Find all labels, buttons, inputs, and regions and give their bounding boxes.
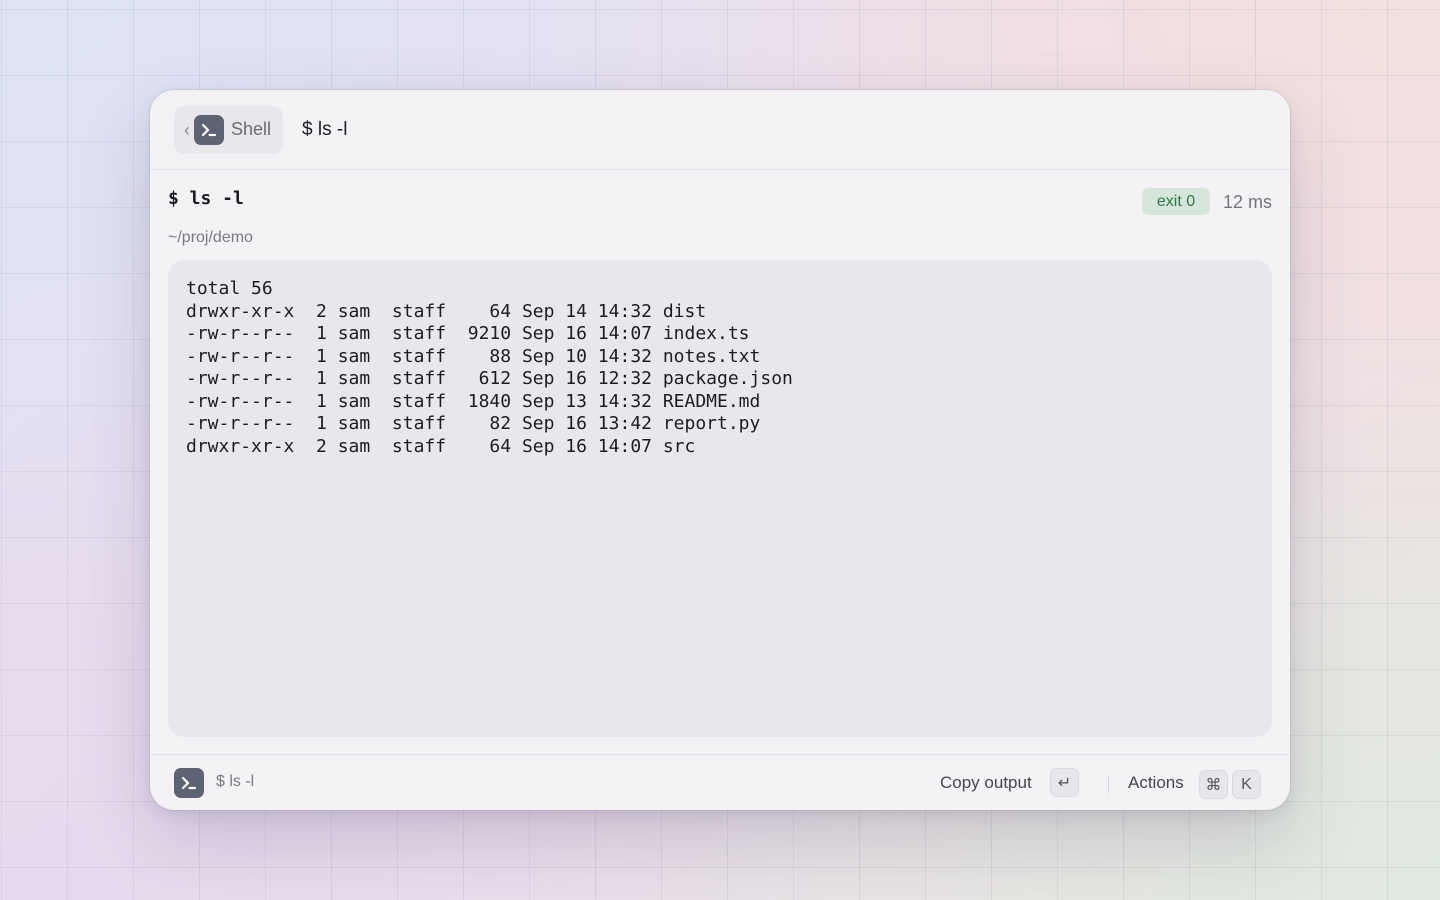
header-bar: ‹ Shell $ ls -l <box>150 90 1290 170</box>
actions-button[interactable]: Actions <box>1128 773 1184 793</box>
output-line: -rw-r--r-- 1 sam staff 88 Sep 10 14:32 n… <box>186 345 761 367</box>
back-button[interactable]: ‹ Shell <box>174 105 284 154</box>
output-panel[interactable]: total 56 drwxr-xr-x 2 sam staff 64 Sep 1… <box>168 260 1272 737</box>
back-button-label: Shell <box>231 119 272 139</box>
terminal-prompt-icon <box>174 768 204 798</box>
terminal-prompt-icon <box>194 114 224 145</box>
duration-label: 12 ms <box>1223 192 1273 212</box>
output-line: -rw-r--r-- 1 sam staff 82 Sep 16 13:42 r… <box>186 413 761 434</box>
output-line: drwxr-xr-x 2 sam staff 64 Sep 14 14:32 d… <box>186 300 707 322</box>
k-key-icon: K <box>1232 770 1261 799</box>
output-line: drwxr-xr-x 2 sam staff 64 Sep 16 14:07 s… <box>186 435 696 457</box>
shell-window: ‹ Shell $ ls -l $ ls -l ~/proj/demo exit… <box>150 90 1290 810</box>
command-key-icon: ⌘ <box>1199 770 1228 799</box>
working-directory: ~/proj/demo <box>168 229 253 246</box>
footer-command: $ ls -l <box>216 773 255 790</box>
output-line: -rw-r--r-- 1 sam staff 612 Sep 16 12:32 … <box>186 368 793 389</box>
output-line: -rw-r--r-- 1 sam staff 1840 Sep 13 14:32… <box>186 390 761 412</box>
exit-status-badge: exit 0 <box>1142 188 1210 215</box>
page-title: $ ls -l <box>302 118 348 140</box>
output-line: total 56 <box>186 278 273 299</box>
footer-bar: $ ls -l Copy output ↵ Actions ⌘ K <box>150 754 1290 810</box>
output-line: -rw-r--r-- 1 sam staff 9210 Sep 16 14:07… <box>186 323 750 344</box>
copy-output-button[interactable]: Copy output <box>940 773 1032 793</box>
command-heading: $ ls -l <box>168 188 244 209</box>
footer-divider <box>1108 776 1109 793</box>
chevron-left-icon: ‹ <box>184 119 190 140</box>
return-key-icon: ↵ <box>1050 768 1079 797</box>
